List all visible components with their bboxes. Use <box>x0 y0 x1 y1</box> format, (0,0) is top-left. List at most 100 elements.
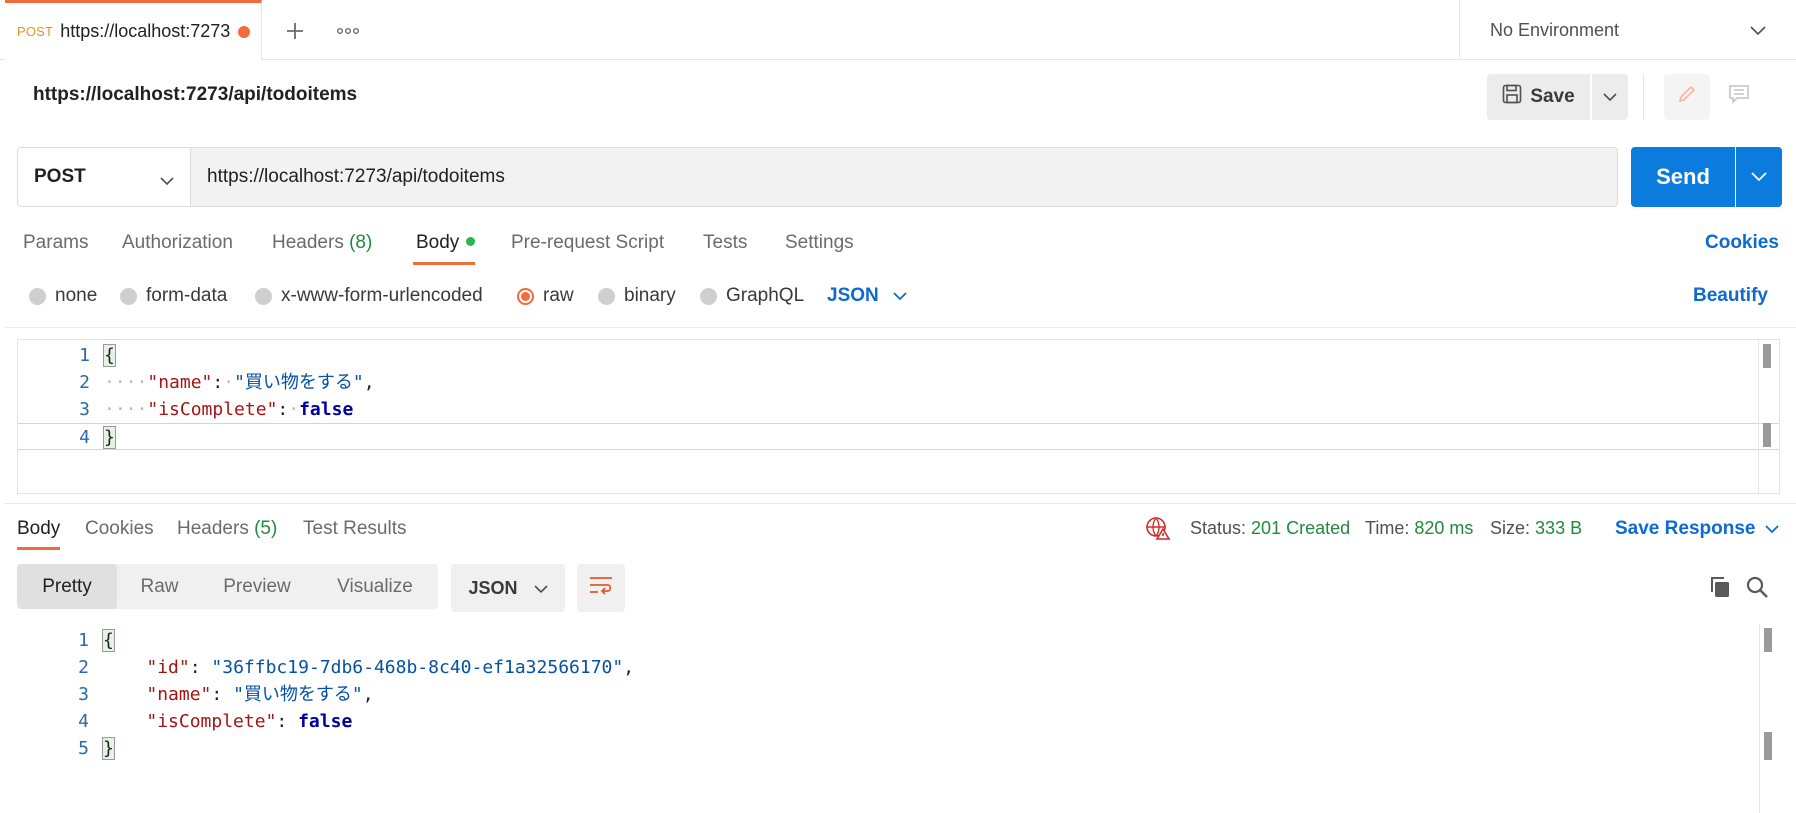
response-time: Time: 820 ms <box>1365 518 1473 539</box>
divider <box>5 503 1796 504</box>
code-string: "買い物をする" <box>233 684 363 705</box>
code-brace: } <box>103 426 116 449</box>
plus-icon[interactable] <box>278 14 312 48</box>
body-language-select[interactable]: JSON <box>827 285 907 307</box>
code-line: 1 { <box>17 627 1780 654</box>
tab-prerequest-script[interactable]: Pre-request Script <box>511 232 664 254</box>
response-tab-test-results[interactable]: Test Results <box>303 518 406 540</box>
code-line: 2 ····"name":·"買い物をする", <box>18 369 1779 396</box>
environment-select[interactable]: No Environment <box>1459 0 1796 60</box>
radio-circle <box>120 287 137 305</box>
size-value: 333 B <box>1535 518 1583 538</box>
response-view-group: Pretty Raw Preview Visualize <box>17 564 438 609</box>
time-value: 820 ms <box>1414 518 1474 538</box>
code-key: "id" <box>146 657 190 678</box>
active-tab-indicator <box>413 262 475 265</box>
view-visualize-button[interactable]: Visualize <box>312 564 438 609</box>
ellipsis-icon[interactable] <box>328 14 368 48</box>
radio-none[interactable]: none <box>29 285 97 307</box>
save-button[interactable]: Save <box>1487 74 1590 120</box>
send-button[interactable]: Send <box>1631 147 1735 207</box>
response-tab-cookies[interactable]: Cookies <box>85 518 154 540</box>
save-label: Save <box>1530 86 1575 107</box>
tab-params[interactable]: Params <box>23 232 88 254</box>
wrap-lines-button[interactable] <box>577 564 625 612</box>
comments-button[interactable] <box>1716 74 1762 120</box>
response-tab-headers[interactable]: Headers (5) <box>177 518 277 540</box>
tab-headers-label: Headers <box>272 232 344 253</box>
code-line: 1 { <box>18 342 1779 369</box>
viewer-scrollbar-thumb[interactable] <box>1764 732 1772 760</box>
copy-icon[interactable] <box>1708 575 1732 605</box>
save-options-button[interactable] <box>1592 74 1628 120</box>
request-name[interactable]: https://localhost:7273/api/todoitems <box>33 84 357 106</box>
response-language-select[interactable]: JSON <box>451 564 565 612</box>
radio-label: binary <box>624 285 676 306</box>
request-tab[interactable]: POST https://localhost:7273 <box>5 0 262 60</box>
divider <box>1643 74 1644 120</box>
view-pretty-button[interactable]: Pretty <box>17 564 117 609</box>
chevron-down-icon <box>1765 518 1780 540</box>
tab-tests[interactable]: Tests <box>703 232 747 254</box>
time-label: Time: <box>1365 518 1410 538</box>
code-key: "name" <box>147 372 213 393</box>
radio-circle <box>598 287 615 305</box>
divider <box>5 327 1796 328</box>
code-key: "name" <box>146 684 212 705</box>
body-language-label: JSON <box>827 285 879 306</box>
response-language-label: JSON <box>468 577 518 598</box>
response-tab-body[interactable]: Body <box>17 518 60 540</box>
tab-settings[interactable]: Settings <box>785 232 854 254</box>
pencil-icon <box>1676 83 1698 111</box>
radio-label: none <box>55 285 98 306</box>
code-boolean: false <box>298 711 353 732</box>
globe-warning-icon[interactable] <box>1145 515 1171 547</box>
line-number: 4 <box>79 427 90 448</box>
line-number: 1 <box>78 630 89 651</box>
response-size: Size: 333 B <box>1490 518 1582 539</box>
response-body-viewer[interactable]: 1 { 2 "id": "36ffbc19-7db6-468b-8c40-ef1… <box>17 624 1780 813</box>
chevron-down-icon <box>160 170 174 192</box>
tab-authorization[interactable]: Authorization <box>122 232 233 254</box>
radio-binary[interactable]: binary <box>598 285 676 307</box>
editor-ruler <box>1759 624 1760 813</box>
tab-method-label: POST <box>17 24 54 39</box>
edit-button[interactable] <box>1664 74 1710 120</box>
viewer-scrollbar-thumb[interactable] <box>1764 628 1772 652</box>
code-key: "isComplete" <box>147 399 278 420</box>
line-number: 3 <box>78 684 89 705</box>
view-preview-button[interactable]: Preview <box>202 564 312 609</box>
view-raw-button[interactable]: Raw <box>117 564 202 609</box>
save-icon <box>1502 84 1522 110</box>
editor-scrollbar-thumb[interactable] <box>1763 344 1771 368</box>
url-input[interactable]: https://localhost:7273/api/todoitems <box>190 147 1618 207</box>
code-line: 4 "isComplete": false <box>17 708 1780 735</box>
radio-graphql[interactable]: GraphQL <box>700 285 804 307</box>
code-brace: } <box>102 737 115 760</box>
code-string: "36ffbc19-7db6-468b-8c40-ef1a32566170" <box>211 657 624 678</box>
code-line: 2 "id": "36ffbc19-7db6-468b-8c40-ef1a325… <box>17 654 1780 681</box>
tab-body[interactable]: Body <box>416 232 459 254</box>
send-options-button[interactable] <box>1736 147 1782 207</box>
save-response-button[interactable]: Save Response <box>1615 518 1780 540</box>
editor-ruler <box>1758 340 1759 493</box>
radio-circle <box>29 287 46 305</box>
radio-form-data[interactable]: form-data <box>120 285 227 307</box>
radio-label: raw <box>543 285 574 306</box>
radio-x-www-form-urlencoded[interactable]: x-www-form-urlencoded <box>255 285 483 307</box>
method-select[interactable]: POST <box>17 147 190 207</box>
tab-headers[interactable]: Headers (8) <box>272 232 372 254</box>
search-icon[interactable] <box>1745 575 1769 605</box>
code-brace: { <box>102 629 115 652</box>
editor-scrollbar-thumb[interactable] <box>1763 423 1771 447</box>
radio-raw[interactable]: raw <box>517 285 574 307</box>
code-line: 5 } <box>17 735 1780 762</box>
cookies-link[interactable]: Cookies <box>1705 232 1779 254</box>
beautify-link[interactable]: Beautify <box>1693 285 1768 307</box>
url-text: https://localhost:7273/api/todoitems <box>207 166 505 187</box>
response-tab-headers-count: (5) <box>254 518 278 539</box>
radio-circle <box>255 287 272 305</box>
request-body-editor[interactable]: 1 { 2 ····"name":·"買い物をする", 3 ····"isCom… <box>17 339 1780 494</box>
chevron-down-icon <box>533 578 548 599</box>
code-line: 3 "name": "買い物をする", <box>17 681 1780 708</box>
